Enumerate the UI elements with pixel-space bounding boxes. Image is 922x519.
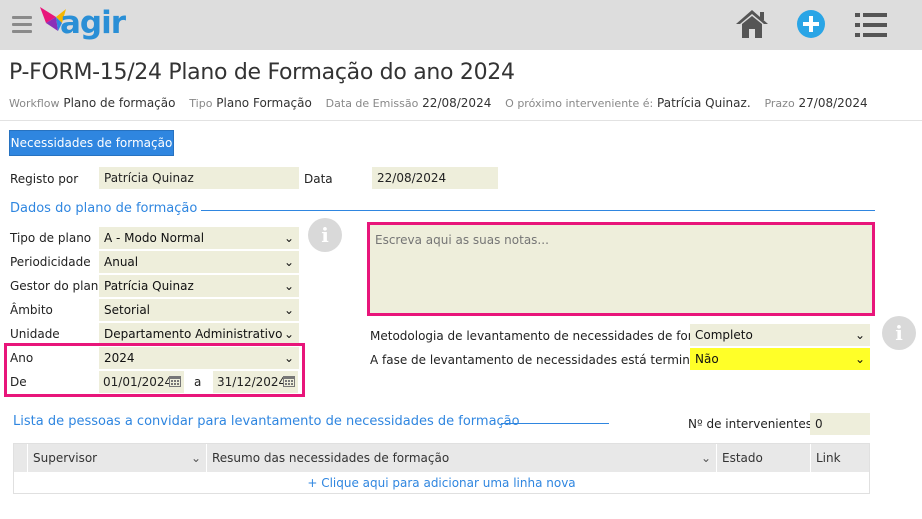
info-icon[interactable]: i [308,218,342,252]
unidade-value: Departamento Administrativo [104,327,283,341]
registo-label: Registo por [10,172,79,186]
prazo-label: Prazo [764,97,795,110]
emissao-value: 22/08/2024 [422,96,492,110]
fase-value: Não [695,352,719,366]
ano-select[interactable]: 2024 ⌄ [99,347,299,369]
chevron-down-icon: ⌄ [283,231,294,245]
menu-icon[interactable] [12,16,32,33]
logo-text: agir [60,5,126,41]
chevron-down-icon: ⌄ [283,255,294,269]
list-icon[interactable] [855,11,887,39]
workflow-label: Workflow [9,97,60,110]
gestor-value: Patrícia Quinaz [104,279,194,293]
top-bar: agir [0,0,922,50]
interveniente-value: Patrícia Quinaz. [657,96,751,110]
chevron-down-icon[interactable]: ⌄ [701,444,711,472]
de-date-field[interactable]: 01/01/2024 [99,371,184,393]
section-lista-line [501,423,609,424]
column-estado-label: Estado [722,451,763,465]
de-label: De [10,375,27,389]
add-icon[interactable] [796,9,826,39]
metodologia-select[interactable]: Completo ⌄ [690,324,870,346]
de-date-value: 01/01/2024 [103,375,173,389]
chevron-down-icon: ⌄ [854,352,865,366]
ambito-value: Setorial [104,303,151,317]
ano-label: Ano [10,351,34,365]
registo-field: Patrícia Quinaz [99,167,299,189]
fase-label: A fase de levantamento de necessidades e… [370,353,719,367]
column-supervisor-label: Supervisor [33,451,98,465]
tipo-plano-select[interactable]: A - Modo Normal ⌄ [99,227,299,249]
metodologia-value: Completo [695,328,753,342]
app-logo[interactable]: agir [38,3,128,47]
chevron-down-icon: ⌄ [283,351,294,365]
fase-select[interactable]: Não ⌄ [690,348,870,370]
info-icon[interactable]: i [882,316,916,350]
prazo-value: 27/08/2024 [798,96,868,110]
intervenientes-label: Nº de intervenientes [688,417,812,431]
data-label: Data [304,172,333,186]
ate-date-field[interactable]: 31/12/2024 [213,371,298,393]
ate-date-value: 31/12/2024 [217,375,287,389]
a-label: a [194,375,202,389]
data-field: 22/08/2024 [372,167,498,189]
column-link[interactable]: Link [811,444,869,472]
unidade-select[interactable]: Departamento Administrativo ⌄ [99,323,299,345]
divider [0,120,922,121]
section-lista-title: Lista de pessoas a convidar para levanta… [13,414,520,429]
chevron-down-icon: ⌄ [283,279,294,293]
tab-necessidades[interactable]: Necessidades de formação [9,130,174,156]
metodologia-label: Metodologia de levantamento de necessida… [370,329,733,343]
ano-value: 2024 [104,351,135,365]
periodicidade-value: Anual [104,255,139,269]
ambito-select[interactable]: Setorial ⌄ [99,299,299,321]
intervenientes-table: Supervisor ⌄ Resumo das necessidades de … [13,443,870,494]
chevron-down-icon: ⌄ [283,303,294,317]
emissao-label: Data de Emissão [325,97,419,110]
intervenientes-field: 0 [810,413,870,435]
chevron-down-icon[interactable]: ⌄ [191,444,201,472]
chevron-down-icon: ⌄ [854,328,865,342]
workflow-meta: Workflow Plano de formação Tipo Plano Fo… [9,96,868,110]
tipo-plano-label: Tipo de plano [10,231,92,245]
calendar-icon[interactable] [283,375,295,387]
column-supervisor[interactable]: Supervisor ⌄ [28,444,207,472]
page-title: P-FORM-15/24 Plano de Formação do ano 20… [9,60,515,85]
tipo-plano-value: A - Modo Normal [104,231,205,245]
section-dados-title: Dados do plano de formação [10,201,198,216]
notes-textarea[interactable] [367,222,875,316]
home-icon[interactable] [735,9,769,39]
gestor-select[interactable]: Patrícia Quinaz ⌄ [99,275,299,297]
table-header: Supervisor ⌄ Resumo das necessidades de … [14,444,869,472]
ambito-label: Âmbito [10,303,53,317]
tipo-label: Tipo [189,97,213,110]
periodicidade-label: Periodicidade [10,255,91,269]
interveniente-label: O próximo interveniente é: [505,97,654,110]
table-header-spacer [14,444,28,472]
section-dados-line [201,210,875,211]
add-row-link[interactable]: + Clique aqui para adicionar uma linha n… [14,472,869,494]
column-resumo-label: Resumo das necessidades de formação [212,451,450,465]
chevron-down-icon: ⌄ [283,327,294,341]
periodicidade-select[interactable]: Anual ⌄ [99,251,299,273]
column-estado[interactable]: Estado [717,444,811,472]
column-resumo[interactable]: Resumo das necessidades de formação ⌄ [207,444,717,472]
unidade-label: Unidade [10,327,60,341]
tipo-value: Plano Formação [216,96,312,110]
calendar-icon[interactable] [169,375,181,387]
column-link-label: Link [816,451,841,465]
workflow-value: Plano de formação [63,96,176,110]
gestor-label: Gestor do plano [10,279,106,293]
